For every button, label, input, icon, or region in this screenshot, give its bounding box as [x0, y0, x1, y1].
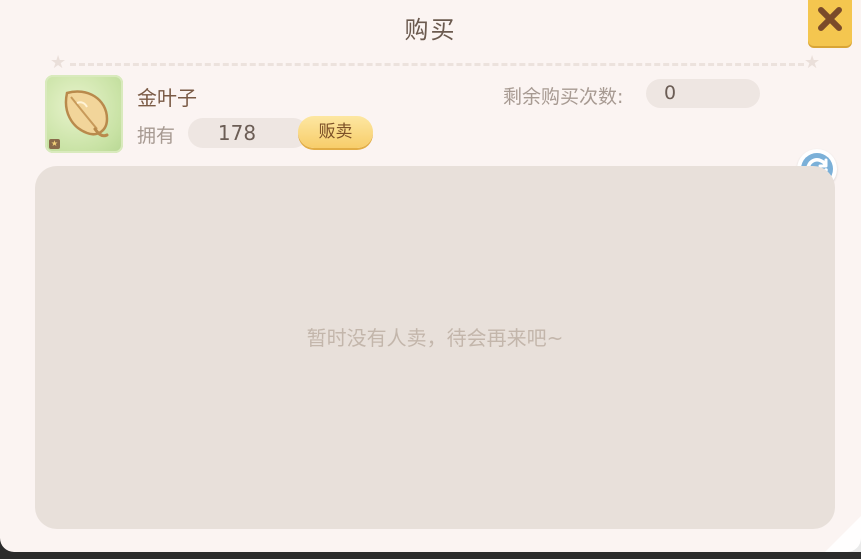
rarity-star-icon: ★ [49, 139, 60, 149]
item-name: 金叶子 [137, 86, 197, 110]
own-label: 拥有 [137, 125, 176, 147]
remaining-purchases-label: 剩余购买次数: [503, 86, 624, 108]
item-icon-slot[interactable]: ★ [45, 75, 123, 153]
sell-button[interactable]: 贩卖 [298, 116, 373, 148]
own-count: 178 [217, 121, 257, 145]
remaining-purchases-count: 0 [664, 82, 677, 104]
decor-star-left-icon: ★ [50, 52, 67, 73]
golden-leaf-icon [64, 90, 109, 138]
close-button[interactable] [808, 0, 852, 46]
empty-list-message: 暂时没有人卖，待会再来吧~ [306, 326, 564, 350]
page-curl-corner [825, 516, 861, 552]
decor-star-right-icon: ★ [804, 52, 821, 73]
dialog-title: 购买 [404, 16, 457, 44]
divider [70, 63, 804, 66]
buy-dialog: 购买 ★ ★ ★ 金叶子 拥有 178 贩卖 剩余购买次数: 0 暂时没有人卖，… [0, 0, 861, 552]
close-icon [818, 7, 842, 31]
seller-list[interactable]: 暂时没有人卖，待会再来吧~ [35, 166, 835, 529]
